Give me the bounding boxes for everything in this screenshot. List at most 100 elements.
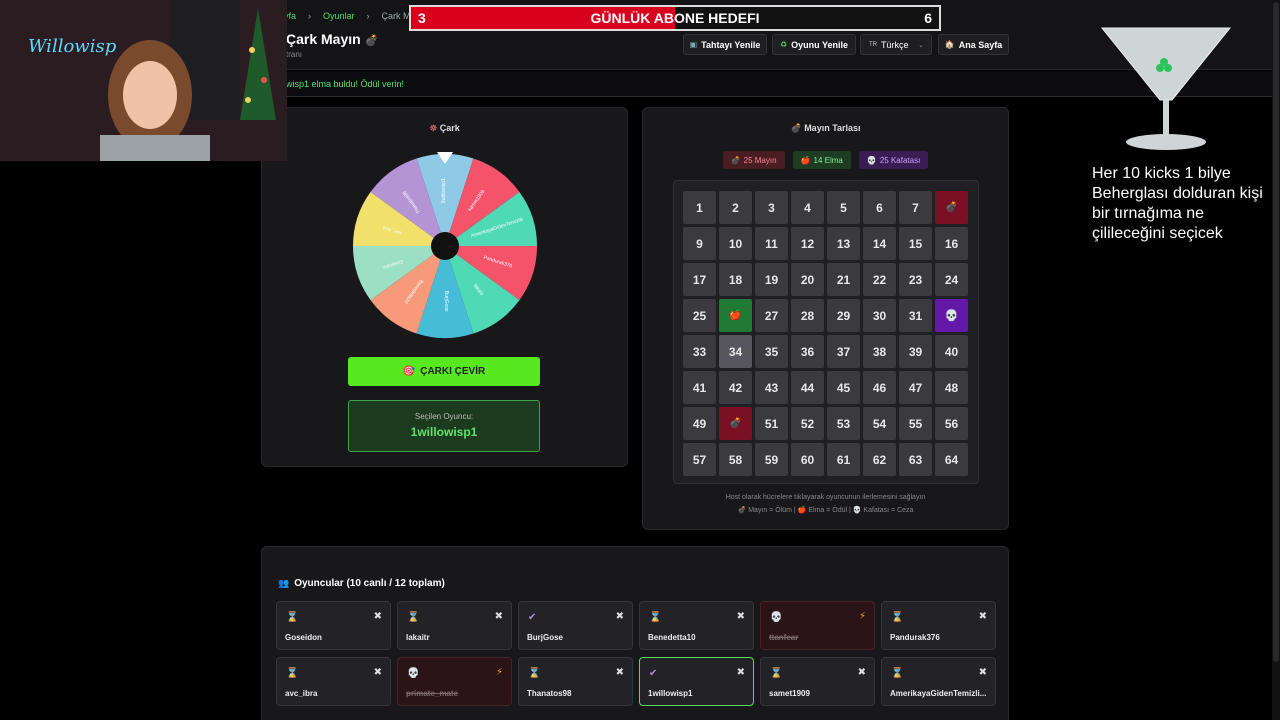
apple-cell[interactable]: 🍎 xyxy=(719,299,752,332)
board-cell[interactable]: 58 xyxy=(719,443,752,476)
board-cell[interactable]: 46 xyxy=(863,371,896,404)
board-cell[interactable]: 61 xyxy=(827,443,860,476)
skull-cell[interactable]: 💀 xyxy=(935,299,968,332)
player-card[interactable]: ✔ ✖ BurjGose xyxy=(518,601,633,650)
board-cell[interactable]: 9 xyxy=(683,227,716,260)
board-cell[interactable]: 57 xyxy=(683,443,716,476)
mine-cell[interactable]: 💣 xyxy=(935,191,968,224)
kick-icon[interactable]: ✖ xyxy=(374,611,382,622)
kick-icon[interactable]: ✖ xyxy=(616,667,624,678)
board-cell[interactable]: 18 xyxy=(719,263,752,296)
board-cell[interactable]: 14 xyxy=(863,227,896,260)
kick-icon[interactable]: ✖ xyxy=(737,611,745,622)
board-cell[interactable]: 20 xyxy=(791,263,824,296)
board-cell[interactable]: 53 xyxy=(827,407,860,440)
spin-wheel-button[interactable]: 🎯 ÇARKI ÇEVİR xyxy=(348,357,540,386)
board-cell[interactable]: 15 xyxy=(899,227,932,260)
kick-icon[interactable]: ✖ xyxy=(616,611,624,622)
board-cell[interactable]: 11 xyxy=(755,227,788,260)
scrollbar-thumb[interactable] xyxy=(1273,2,1279,662)
board-cell[interactable]: 1 xyxy=(683,191,716,224)
board-cell[interactable]: 48 xyxy=(935,371,968,404)
apple-count-text: 14 Elma xyxy=(813,155,843,165)
board-cell[interactable]: 55 xyxy=(899,407,932,440)
board-cell[interactable]: 62 xyxy=(863,443,896,476)
player-card[interactable]: ⌛ ✖ Goseidon xyxy=(276,601,391,650)
board-cell[interactable]: 12 xyxy=(791,227,824,260)
kick-icon[interactable]: ✖ xyxy=(979,611,987,622)
player-card[interactable]: ✔ ✖ 1willowisp1 xyxy=(639,657,754,706)
board-cell[interactable]: 28 xyxy=(791,299,824,332)
board-cell[interactable]: 25 xyxy=(683,299,716,332)
kick-icon[interactable]: ✖ xyxy=(979,667,987,678)
board-cell[interactable]: 3 xyxy=(755,191,788,224)
player-card[interactable]: ⌛ ✖ Benedetta10 xyxy=(639,601,754,650)
board-cell[interactable]: 27 xyxy=(755,299,788,332)
player-card[interactable]: ⌛ ✖ Pandurak376 xyxy=(881,601,996,650)
kick-icon[interactable]: ✖ xyxy=(737,667,745,678)
board-cell[interactable]: 34 xyxy=(719,335,752,368)
board-cell[interactable]: 19 xyxy=(755,263,788,296)
board-cell[interactable]: 31 xyxy=(899,299,932,332)
page-scrollbar[interactable] xyxy=(1272,0,1280,720)
revive-icon[interactable]: ⚡ xyxy=(496,667,503,678)
player-card[interactable]: ⌛ ✖ Thanatos98 xyxy=(518,657,633,706)
board-cell[interactable]: 2 xyxy=(719,191,752,224)
board-cell[interactable]: 54 xyxy=(863,407,896,440)
board-cell[interactable]: 17 xyxy=(683,263,716,296)
board-cell[interactable]: 49 xyxy=(683,407,716,440)
board-cell[interactable]: 38 xyxy=(863,335,896,368)
mine-cell[interactable]: 💣 xyxy=(719,407,752,440)
player-card[interactable]: ⌛ ✖ lakaitr xyxy=(397,601,512,650)
spin-wheel[interactable]: 1willowisp1 samet1909AmerikayaGidenTemizl… xyxy=(351,150,539,342)
board-cell[interactable]: 36 xyxy=(791,335,824,368)
board-cell[interactable]: 23 xyxy=(899,263,932,296)
reset-game-button[interactable]: ♻ Oyunu Yenile xyxy=(772,34,856,55)
board-cell[interactable]: 51 xyxy=(755,407,788,440)
player-card[interactable]: ⌛ ✖ AmerikayaGidenTemizli... xyxy=(881,657,996,706)
board-cell[interactable]: 4 xyxy=(791,191,824,224)
board-cell[interactable]: 33 xyxy=(683,335,716,368)
board-cell[interactable]: 39 xyxy=(899,335,932,368)
board-cell[interactable]: 29 xyxy=(827,299,860,332)
board-cell[interactable]: 47 xyxy=(899,371,932,404)
board-cell[interactable]: 5 xyxy=(827,191,860,224)
board-cell[interactable]: 60 xyxy=(791,443,824,476)
board-cell[interactable]: 41 xyxy=(683,371,716,404)
bomb-icon: 💣 xyxy=(790,123,802,133)
board-cell[interactable]: 63 xyxy=(899,443,932,476)
kick-icon[interactable]: ✖ xyxy=(495,611,503,622)
board-cell[interactable]: 10 xyxy=(719,227,752,260)
board-cell[interactable]: 24 xyxy=(935,263,968,296)
board-cell[interactable]: 56 xyxy=(935,407,968,440)
selected-player-box: Seçilen Oyuncu: 1willowisp1 xyxy=(348,400,540,452)
player-card[interactable]: ⌛ ✖ avc_ibra xyxy=(276,657,391,706)
board-cell[interactable]: 40 xyxy=(935,335,968,368)
board-cell[interactable]: 35 xyxy=(755,335,788,368)
player-card[interactable]: ⌛ ✖ samet1909 xyxy=(760,657,875,706)
board-cell[interactable]: 59 xyxy=(755,443,788,476)
board-cell[interactable]: 6 xyxy=(863,191,896,224)
board-cell[interactable]: 30 xyxy=(863,299,896,332)
board-cell[interactable]: 52 xyxy=(791,407,824,440)
breadcrumb-games[interactable]: Oyunlar xyxy=(323,11,355,21)
board-cell[interactable]: 21 xyxy=(827,263,860,296)
board-cell[interactable]: 42 xyxy=(719,371,752,404)
revive-icon[interactable]: ⚡ xyxy=(859,611,866,622)
board-cell[interactable]: 7 xyxy=(899,191,932,224)
board-cell[interactable]: 16 xyxy=(935,227,968,260)
kick-icon[interactable]: ✖ xyxy=(858,667,866,678)
board-cell[interactable]: 45 xyxy=(827,371,860,404)
board-cell[interactable]: 13 xyxy=(827,227,860,260)
language-select[interactable]: TR Türkçe ⌄ xyxy=(860,34,932,55)
home-button[interactable]: 🏠 Ana Sayfa xyxy=(938,34,1009,55)
player-card[interactable]: 💀 ⚡ ttanfear xyxy=(760,601,875,650)
board-cell[interactable]: 43 xyxy=(755,371,788,404)
kick-icon[interactable]: ✖ xyxy=(374,667,382,678)
board-cell[interactable]: 64 xyxy=(935,443,968,476)
refresh-board-button[interactable]: ▣ Tahtayı Yenile xyxy=(683,34,767,55)
board-cell[interactable]: 22 xyxy=(863,263,896,296)
board-cell[interactable]: 37 xyxy=(827,335,860,368)
board-cell[interactable]: 44 xyxy=(791,371,824,404)
player-card[interactable]: 💀 ⚡ primate_mate xyxy=(397,657,512,706)
